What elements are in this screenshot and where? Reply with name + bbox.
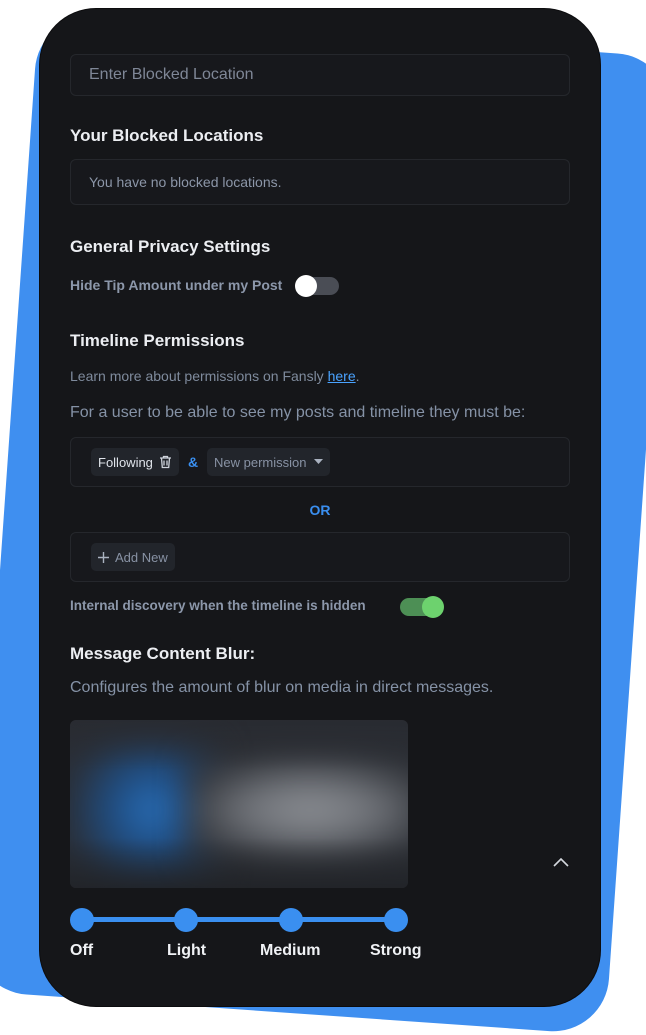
general-privacy-title: General Privacy Settings — [70, 237, 271, 256]
permission-group-1: Following & New permission — [70, 437, 570, 487]
blocked-locations-title: Your Blocked Locations — [70, 126, 264, 145]
hide-tip-label: Hide Tip Amount under my Post — [70, 277, 283, 293]
scroll-to-top-button[interactable] — [542, 843, 580, 881]
slider-stop-strong[interactable] — [384, 908, 408, 932]
add-new-label: Add New — [115, 549, 168, 565]
chevron-up-icon — [553, 857, 569, 867]
blocked-location-input-box — [70, 54, 570, 96]
caret-down-icon — [314, 459, 324, 465]
permission-group-add: Add New — [70, 532, 570, 582]
blocked-locations-empty-text: You have no blocked locations. — [89, 174, 282, 190]
toggle-knob — [295, 275, 317, 297]
blocked-locations-list: You have no blocked locations. — [70, 159, 570, 205]
privacy-settings-content: Your Blocked Locations You have no block… — [70, 9, 570, 1006]
learn-more-suffix: . — [355, 368, 360, 384]
blur-preview-image — [70, 720, 408, 888]
trash-icon[interactable] — [159, 455, 172, 469]
plus-icon — [98, 551, 109, 563]
new-permission-label: New permission — [214, 454, 307, 470]
slider-stop-off[interactable] — [70, 908, 94, 932]
permission-requirement-text: For a user to be able to see my posts an… — [70, 404, 526, 421]
blur-level-label-light: Light — [167, 942, 207, 959]
learn-more-link[interactable]: here — [328, 368, 356, 384]
learn-more-text: Learn more about permissions on Fansly h… — [70, 368, 360, 384]
and-operator-label: & — [188, 454, 199, 470]
slider-track — [82, 917, 396, 922]
slider-stop-light[interactable] — [174, 908, 198, 932]
timeline-permissions-title: Timeline Permissions — [70, 331, 245, 350]
message-blur-description: Configures the amount of blur on media i… — [70, 679, 494, 696]
internal-discovery-toggle[interactable] — [400, 596, 444, 618]
internal-discovery-label: Internal discovery when the timeline is … — [70, 598, 366, 613]
or-divider-label: OR — [309, 502, 331, 518]
learn-more-prefix: Learn more about permissions on Fansly — [70, 368, 328, 384]
slider-stop-medium[interactable] — [279, 908, 303, 932]
blur-level-label-off: Off — [70, 942, 94, 959]
toggle-knob — [422, 596, 444, 618]
message-blur-title: Message Content Blur: — [70, 644, 256, 663]
blur-level-label-medium: Medium — [260, 942, 321, 959]
following-permission-chip: Following — [91, 448, 179, 476]
hide-tip-toggle[interactable] — [295, 275, 339, 297]
blocked-location-input[interactable] — [87, 65, 569, 85]
phone-frame: Your Blocked Locations You have no block… — [40, 9, 600, 1006]
blur-overlay — [70, 720, 408, 888]
blur-level-slider[interactable] — [70, 908, 408, 932]
new-permission-dropdown[interactable]: New permission — [207, 448, 331, 476]
following-chip-label: Following — [98, 454, 153, 470]
blur-level-label-strong: Strong — [370, 942, 422, 959]
add-new-permission-button[interactable]: Add New — [91, 543, 175, 571]
